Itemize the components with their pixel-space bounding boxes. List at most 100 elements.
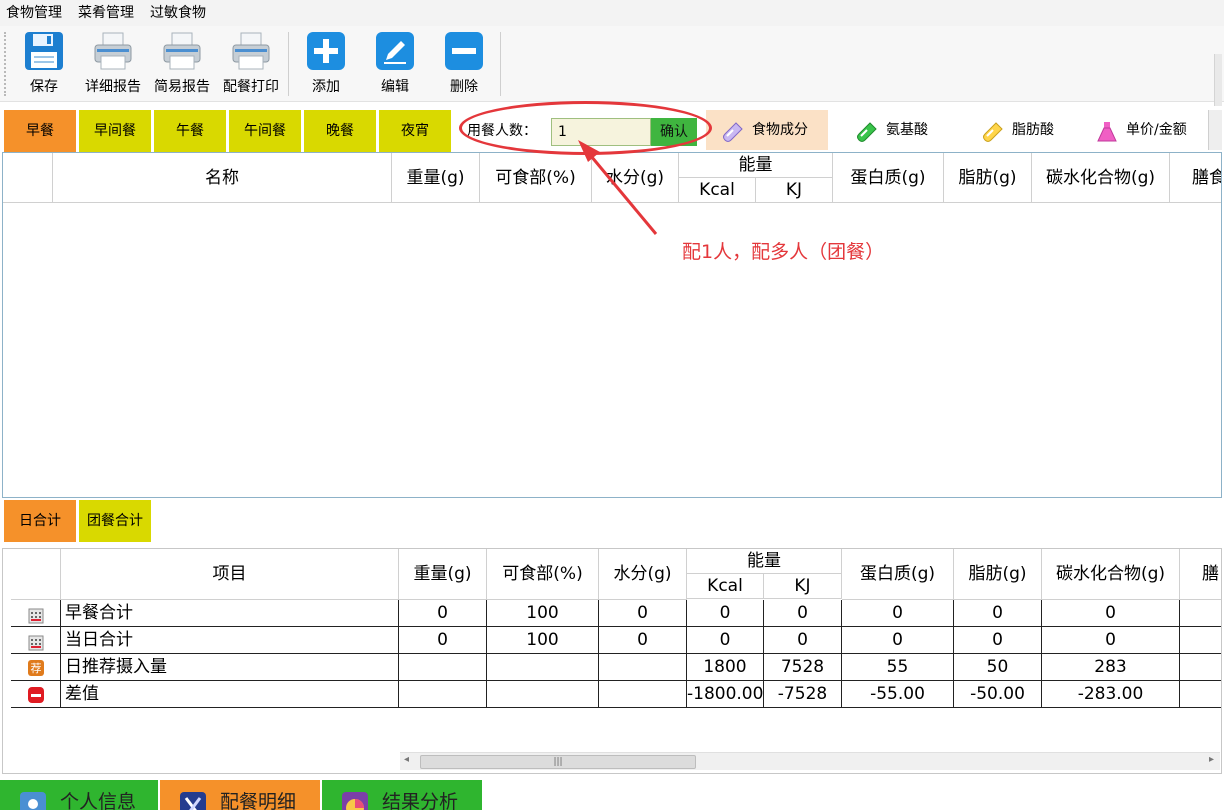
nav-personal-info[interactable]: 个人信息 <box>0 780 158 810</box>
totals-table: 项目 重量(g) 可食部(%) 水分(g) 能量 Kcal KJ 蛋白质(g) … <box>2 548 1222 774</box>
price-amount-label: 单价/金额 <box>1126 122 1187 138</box>
kcal-cell: -1800.00 <box>687 681 764 708</box>
menu-allergy-food[interactable]: 过敏食物 <box>144 0 212 26</box>
add-button[interactable]: 添加 <box>293 30 359 96</box>
scrollbar-thumb[interactable]: ||| <box>420 755 696 769</box>
menu-bar: 食物管理 菜肴管理 过敏食物 <box>0 0 1224 26</box>
column-header[interactable]: 碳水化合物(g) <box>1042 549 1180 600</box>
column-header[interactable]: 脂肪(g) <box>954 549 1042 600</box>
toolbar-grip <box>4 32 8 96</box>
water-cell: 0 <box>599 600 687 627</box>
tab-morning-snack[interactable]: 早间餐 <box>79 110 151 152</box>
kcal-cell: 0 <box>687 627 764 654</box>
tab-lunch[interactable]: 午餐 <box>154 110 226 152</box>
amino-acid-label: 氨基酸 <box>886 122 928 138</box>
nav-meal-details[interactable]: 配餐明细 <box>160 780 320 810</box>
tab-daily-total[interactable]: 日合计 <box>4 500 76 542</box>
meal-print-button[interactable]: 配餐打印 <box>218 30 284 96</box>
food-table: 名称 重量(g) 可食部(%) 水分(g) 能量 Kcal KJ 蛋白质(g) … <box>2 152 1222 498</box>
tab-dinner[interactable]: 晚餐 <box>304 110 376 152</box>
delete-label: 删除 <box>450 79 478 95</box>
pencil-icon <box>374 30 416 72</box>
column-header[interactable]: 脂肪(g) <box>944 153 1032 203</box>
tab-late-night[interactable]: 夜宵 <box>379 110 451 152</box>
column-header[interactable]: 可食部(%) <box>480 153 592 203</box>
food-table-corner <box>3 153 53 203</box>
tab-price-amount[interactable]: 单价/金额 <box>1080 110 1210 150</box>
extra-cell <box>1180 627 1221 654</box>
column-header[interactable]: 可食部(%) <box>487 549 599 600</box>
fatty-acid-label: 脂肪酸 <box>1012 122 1054 138</box>
column-header[interactable]: 膳 <box>1180 549 1221 600</box>
column-header[interactable]: KJ <box>756 178 833 203</box>
detail-report-label: 详细报告 <box>85 79 141 95</box>
tab-group-total[interactable]: 团餐合计 <box>79 500 151 542</box>
row-icon-cell <box>11 681 61 708</box>
app-window: { "menu": ["食物管理", "菜肴管理", "过敏食物"], "too… <box>0 0 1224 810</box>
save-button[interactable]: 保存 <box>11 30 77 96</box>
edible-cell <box>487 681 599 708</box>
printer-icon <box>92 30 134 72</box>
scroll-left-arrow-icon[interactable]: ◂ <box>404 754 409 765</box>
protein-cell: 55 <box>842 654 954 681</box>
water-cell <box>599 681 687 708</box>
nav-result-analysis[interactable]: 结果分析 <box>322 780 482 810</box>
row-icon-cell <box>11 600 61 627</box>
tab-amino-acid[interactable]: 氨基酸 <box>840 110 950 150</box>
column-header[interactable]: 水分(g) <box>599 549 687 600</box>
nav-result-analysis-label: 结果分析 <box>382 791 459 810</box>
edible-cell: 100 <box>487 600 599 627</box>
fat-cell: 50 <box>954 654 1042 681</box>
fat-cell: 0 <box>954 627 1042 654</box>
column-header[interactable]: 膳食 <box>1170 153 1221 203</box>
simple-report-label: 简易报告 <box>154 79 210 95</box>
tab-fatty-acid[interactable]: 脂肪酸 <box>966 110 1076 150</box>
column-header[interactable]: Kcal <box>687 574 764 599</box>
protein-cell: -55.00 <box>842 681 954 708</box>
column-header[interactable]: Kcal <box>679 178 756 203</box>
carb-cell: 283 <box>1042 654 1180 681</box>
kcal-cell: 0 <box>687 600 764 627</box>
food-composition-label: 食物成分 <box>752 122 808 138</box>
fat-cell: -50.00 <box>954 681 1042 708</box>
column-header[interactable]: 蛋白质(g) <box>842 549 954 600</box>
column-header[interactable]: 项目 <box>61 549 399 600</box>
column-header[interactable]: 重量(g) <box>399 549 487 600</box>
column-header-energy: 能量 <box>679 153 833 178</box>
column-header[interactable]: 水分(g) <box>592 153 679 203</box>
tab-scroll-arrow[interactable] <box>1208 110 1222 150</box>
item-cell: 日推荐摄入量 <box>61 654 399 681</box>
menu-food-management[interactable]: 食物管理 <box>0 0 68 26</box>
delete-button[interactable]: 删除 <box>431 30 497 96</box>
extra-cell <box>1180 681 1221 708</box>
column-header[interactable]: 重量(g) <box>392 153 480 203</box>
tab-food-composition[interactable]: 食物成分 <box>706 110 828 150</box>
edible-cell: 100 <box>487 627 599 654</box>
flask-icon <box>1096 119 1118 142</box>
column-header[interactable]: 名称 <box>53 153 392 203</box>
item-cell: 差值 <box>61 681 399 708</box>
carb-cell: 0 <box>1042 600 1180 627</box>
test-tube-icon <box>856 119 878 142</box>
save-label: 保存 <box>30 79 58 95</box>
tab-afternoon-snack[interactable]: 午间餐 <box>229 110 301 152</box>
user-icon <box>20 792 46 810</box>
minus-icon <box>443 30 485 72</box>
tab-breakfast[interactable]: 早餐 <box>4 110 76 152</box>
kj-cell: 0 <box>764 600 842 627</box>
utensils-icon <box>180 792 206 810</box>
weight-cell: 0 <box>399 627 487 654</box>
edit-button[interactable]: 编辑 <box>362 30 428 96</box>
column-header[interactable]: 碳水化合物(g) <box>1032 153 1170 203</box>
column-header[interactable]: 蛋白质(g) <box>833 153 944 203</box>
scroll-right-arrow-icon[interactable]: ▸ <box>1209 754 1214 765</box>
simple-report-button[interactable]: 简易报告 <box>149 30 215 96</box>
nav-meal-details-label: 配餐明细 <box>220 791 297 810</box>
menu-dish-management[interactable]: 菜肴管理 <box>72 0 140 26</box>
annotation-text: 配1人，配多人（团餐） <box>682 241 885 263</box>
column-header[interactable]: KJ <box>764 574 842 599</box>
item-cell: 当日合计 <box>61 627 399 654</box>
detail-report-button[interactable]: 详细报告 <box>80 30 146 96</box>
horizontal-scrollbar[interactable]: ◂ ||| ▸ <box>400 752 1220 770</box>
carb-cell: -283.00 <box>1042 681 1180 708</box>
